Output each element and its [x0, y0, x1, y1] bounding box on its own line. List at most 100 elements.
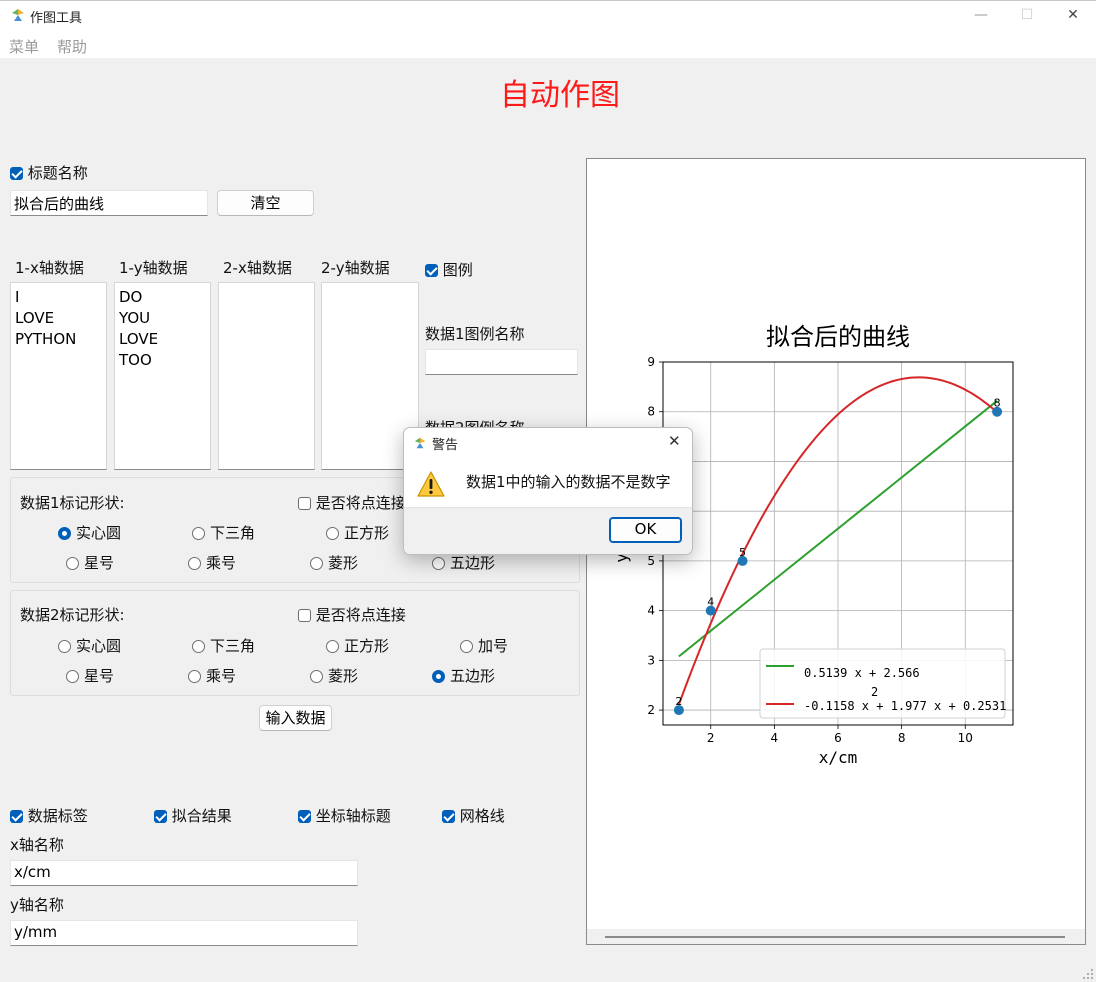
data-point-label: 5 [739, 546, 746, 559]
marker1-radio[interactable] [188, 557, 201, 570]
menu-main[interactable]: 菜单 [9, 36, 39, 57]
maximize-button[interactable]: ☐ [1004, 0, 1050, 31]
input-data-button[interactable]: 输入数据 [259, 705, 332, 731]
marker2-option-label: 星号 [84, 667, 115, 685]
marker2-radio[interactable] [310, 670, 323, 683]
marker1-option-label: 乘号 [206, 554, 237, 572]
marker1-option-label: 正方形 [344, 524, 390, 542]
marker1-option[interactable]: 正方形 [326, 522, 389, 543]
legend-checkbox[interactable] [425, 264, 438, 277]
close-button[interactable]: ✕ [1050, 0, 1096, 31]
resize-grip-icon[interactable] [1082, 968, 1094, 980]
marker2-option[interactable]: 加号 [460, 635, 508, 656]
marker2-option-label: 实心圆 [76, 637, 122, 655]
marker1-option[interactable]: 五边形 [432, 552, 495, 573]
data-labels-label: 数据标签 [27, 807, 88, 825]
fit-result-checkbox[interactable] [154, 810, 167, 823]
marker2-option[interactable]: 星号 [66, 665, 114, 686]
data1-x-textarea[interactable]: I LOVE PYTHON [10, 282, 107, 470]
gridlines-toggle[interactable]: 网格线 [442, 805, 505, 826]
series1-name-input[interactable] [425, 349, 578, 375]
marker1-radio[interactable] [432, 557, 445, 570]
marker1-option[interactable]: 菱形 [310, 552, 358, 573]
data-labels-toggle[interactable]: 数据标签 [10, 805, 88, 826]
menu-help[interactable]: 帮助 [57, 36, 87, 57]
page-title: 自动作图 [500, 78, 620, 113]
marker2-radio[interactable] [432, 670, 445, 683]
axis-title-checkbox[interactable] [298, 810, 311, 823]
title-toggle[interactable]: 标题名称 [10, 162, 88, 183]
marker1-option-label: 五边形 [450, 554, 496, 572]
x-axis-name-label: x轴名称 [10, 836, 64, 854]
marker2-radio[interactable] [188, 670, 201, 683]
marker1-title: 数据1标记形状: [20, 494, 125, 512]
marker2-radio[interactable] [66, 670, 79, 683]
y-axis-name-input[interactable]: y/mm [10, 920, 358, 946]
marker1-radio[interactable] [58, 527, 71, 540]
data-labels-checkbox[interactable] [10, 810, 23, 823]
marker2-option-label: 五边形 [450, 667, 496, 685]
col4-header: 2-y轴数据 [321, 259, 390, 277]
data2-x-textarea[interactable] [218, 282, 315, 470]
axis-title-toggle[interactable]: 坐标轴标题 [298, 805, 391, 826]
marker1-option[interactable]: 实心圆 [58, 522, 121, 543]
minimize-button[interactable]: — [958, 0, 1004, 31]
marker1-option-label: 菱形 [328, 554, 359, 572]
marker2-title: 数据2标记形状: [20, 606, 125, 624]
legend-text-quadratic-exponent: 2 [871, 685, 878, 699]
marker2-option-label: 下三角 [210, 637, 256, 655]
y-tick-label: 4 [647, 604, 655, 618]
marker1-radio[interactable] [326, 527, 339, 540]
gridlines-checkbox[interactable] [442, 810, 455, 823]
marker2-option[interactable]: 乘号 [188, 665, 236, 686]
marker1-option[interactable]: 下三角 [192, 522, 255, 543]
marker2-connect-label: 是否将点连接 [315, 606, 406, 624]
fit-result-label: 拟合结果 [171, 807, 232, 825]
x-axis-name-input[interactable]: x/cm [10, 860, 358, 886]
marker1-radio[interactable] [66, 557, 79, 570]
plot-scrollbar-thumb[interactable] [605, 936, 1065, 938]
marker2-option-label: 加号 [478, 637, 509, 655]
marker2-option[interactable]: 五边形 [432, 665, 495, 686]
marker1-connect-checkbox[interactable] [298, 497, 311, 510]
app-icon [12, 9, 24, 21]
data1-y-line: YOU [119, 309, 151, 327]
y-tick-label: 8 [647, 405, 655, 419]
marker1-radio[interactable] [310, 557, 323, 570]
clear-button[interactable]: 清空 [217, 190, 314, 216]
axis-title-label: 坐标轴标题 [315, 807, 391, 825]
marker2-option[interactable]: 实心圆 [58, 635, 121, 656]
marker1-option-label: 下三角 [210, 524, 256, 542]
marker1-option[interactable]: 乘号 [188, 552, 236, 573]
gridlines-label: 网格线 [459, 807, 505, 825]
marker2-connect-checkbox[interactable] [298, 609, 311, 622]
dialog-close-button[interactable]: ✕ [668, 432, 681, 450]
title-input[interactable]: 拟合后的曲线 [10, 190, 208, 216]
marker1-option[interactable]: 星号 [66, 552, 114, 573]
marker2-option[interactable]: 菱形 [310, 665, 358, 686]
y-tick-label: 5 [647, 554, 655, 568]
marker2-connect-toggle[interactable]: 是否将点连接 [298, 604, 406, 625]
data1-y-textarea[interactable]: DO YOU LOVE TOO [114, 282, 211, 470]
series1-name-label: 数据1图例名称 [425, 325, 525, 343]
ok-button[interactable]: OK [609, 517, 682, 543]
y-axis-name-label: y轴名称 [10, 896, 64, 914]
menu-bar [0, 32, 1096, 58]
marker1-connect-toggle[interactable]: 是否将点连接 [298, 492, 406, 513]
marker2-radio[interactable] [326, 640, 339, 653]
legend-text-quadratic: -0.1158 x + 1.977 x + 0.2531 [804, 699, 1006, 713]
marker2-radio[interactable] [58, 640, 71, 653]
y-tick-label: 3 [647, 653, 655, 667]
title-checkbox[interactable] [10, 167, 23, 180]
data1-x-line: PYTHON [15, 330, 77, 348]
marker2-option[interactable]: 正方形 [326, 635, 389, 656]
marker1-radio[interactable] [192, 527, 205, 540]
marker2-option[interactable]: 下三角 [192, 635, 255, 656]
marker2-radio[interactable] [460, 640, 473, 653]
marker2-radio[interactable] [192, 640, 205, 653]
col3-header: 2-x轴数据 [223, 259, 292, 277]
marker1-option-label: 实心圆 [76, 524, 122, 542]
fit-result-toggle[interactable]: 拟合结果 [154, 805, 232, 826]
legend-toggle[interactable]: 图例 [425, 259, 473, 280]
data1-x-line: I [15, 288, 20, 306]
